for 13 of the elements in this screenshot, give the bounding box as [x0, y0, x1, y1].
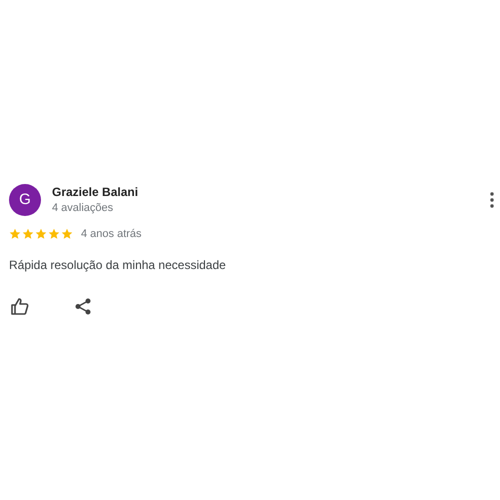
review-time: 4 anos atrás [81, 227, 142, 242]
star-icon [48, 228, 60, 240]
star-icon [61, 228, 73, 240]
review-text: Rápida resolução da minha necessidade [9, 256, 227, 274]
share-icon[interactable] [75, 298, 91, 314]
star-icon [9, 228, 21, 240]
star-icon [35, 228, 47, 240]
author-name[interactable]: Graziele Balani [52, 185, 138, 199]
avatar: G [9, 184, 41, 216]
star-icon [22, 228, 34, 240]
thumbs-up-icon[interactable] [11, 298, 29, 314]
more-options-icon[interactable] [490, 192, 494, 208]
review-count: 4 avaliações [52, 201, 114, 215]
